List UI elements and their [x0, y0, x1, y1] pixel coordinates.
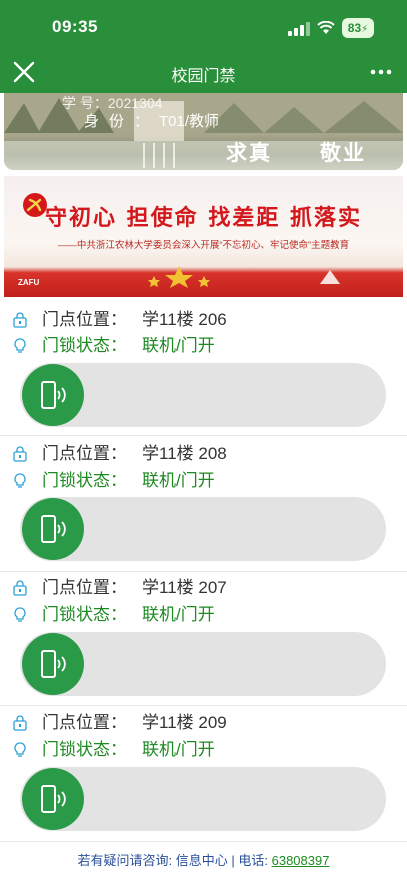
motto-right: 敬业: [320, 140, 366, 165]
lightbulb-icon: [14, 473, 26, 488]
door-lock-icon: [13, 446, 27, 462]
signal-icon: [288, 22, 310, 36]
door-position-label: 门点位置：: [42, 713, 127, 732]
nav-bar: 校园门禁: [0, 52, 407, 93]
status-bar: 09:35 83⚡: [0, 0, 407, 52]
user-info-card: 学 号：2021304 身份：T01/教师 求真 敬业: [4, 93, 403, 170]
lock-status-label: 门锁状态：: [42, 740, 127, 759]
door-position-label: 门点位置：: [42, 578, 127, 597]
wifi-icon: [317, 21, 335, 34]
phone-nfc-icon: [41, 785, 66, 813]
unlock-slider[interactable]: [20, 497, 386, 561]
student-id-value: 2021304: [107, 95, 163, 111]
door-card: 门点位置： 学11楼 207 门锁状态： 联机/门开: [0, 574, 407, 706]
door-card: 门点位置： 学11楼 208 门锁状态： 联机/门开: [0, 440, 407, 572]
unlock-slider[interactable]: [20, 767, 386, 831]
stars-decoration-icon: [148, 266, 210, 288]
lock-status-row: 门锁状态： 联机/门开: [12, 469, 392, 493]
role-label: 身份：: [84, 113, 160, 130]
student-id-label: 学 号：: [62, 95, 108, 111]
banner-slogan: 守初心 担使命 找差距 抓落实: [45, 205, 362, 231]
lock-status-row: 门锁状态： 联机/门开: [12, 603, 392, 627]
door-position-value: 学11楼 207: [142, 578, 227, 597]
door-position-row: 门点位置： 学11楼 209: [12, 711, 392, 735]
footer-phone-link[interactable]: 63808397: [272, 853, 330, 868]
role-line: 身份：T01/教师: [84, 110, 219, 131]
lightbulb-icon: [14, 338, 26, 353]
page-title: 校园门禁: [171, 68, 236, 85]
more-options-icon[interactable]: [369, 62, 393, 82]
door-position-row: 门点位置： 学11楼 206: [12, 308, 392, 332]
status-time: 09:35: [52, 17, 98, 36]
unlock-slider-knob[interactable]: [22, 633, 84, 695]
lightbulb-icon: [14, 607, 26, 622]
unlock-slider-knob[interactable]: [22, 364, 84, 426]
motto-left: 求真: [226, 140, 272, 165]
phone-nfc-icon: [41, 381, 66, 409]
lock-status-value: 联机/门开: [142, 471, 215, 490]
lock-status-value: 联机/门开: [142, 605, 215, 624]
battery-indicator: 83⚡: [342, 18, 374, 38]
phone-nfc-icon: [41, 650, 66, 678]
door-position-label: 门点位置：: [42, 444, 127, 463]
door-position-row: 门点位置： 学11楼 208: [12, 442, 392, 466]
banner-logo-text: ZAFU: [18, 278, 40, 287]
door-position-row: 门点位置： 学11楼 207: [12, 576, 392, 600]
lightbulb-icon: [14, 742, 26, 757]
campaign-banner: 守初心 担使命 找差距 抓落实 ——中共浙江农林大学委员会深入开展“不忘初心、牢…: [4, 176, 403, 297]
footer-text: 若有疑问请咨询: 信息中心 | 电话:: [77, 853, 272, 868]
door-position-value: 学11楼 206: [142, 310, 227, 329]
door-card: 门点位置： 学11楼 209 门锁状态： 联机/门开: [0, 710, 407, 842]
unlock-slider[interactable]: [20, 363, 386, 427]
door-lock-icon: [13, 715, 27, 731]
unlock-slider-knob[interactable]: [22, 768, 84, 830]
door-card: 门点位置： 学11楼 206 门锁状态： 联机/门开: [0, 304, 407, 436]
door-position-value: 学11楼 209: [142, 713, 227, 732]
lock-status-label: 门锁状态：: [42, 605, 127, 624]
banner-subtitle: ——中共浙江农林大学委员会深入开展“不忘初心、牢记使命”主题教育: [57, 240, 350, 251]
unlock-slider[interactable]: [20, 632, 386, 696]
lock-status-row: 门锁状态： 联机/门开: [12, 334, 392, 358]
lock-status-label: 门锁状态：: [42, 471, 127, 490]
phone-nfc-icon: [41, 515, 66, 543]
lock-status-value: 联机/门开: [142, 336, 215, 355]
door-lock-icon: [13, 580, 27, 596]
lock-status-value: 联机/门开: [142, 740, 215, 759]
door-lock-icon: [13, 312, 27, 328]
contact-footer: 若有疑问请咨询: 信息中心 | 电话: 63808397: [0, 843, 407, 883]
lock-status-label: 门锁状态：: [42, 336, 127, 355]
unlock-slider-knob[interactable]: [22, 498, 84, 560]
door-position-label: 门点位置：: [42, 310, 127, 329]
top-bar: 09:35 83⚡ 校园门禁: [0, 0, 407, 93]
door-position-value: 学11楼 208: [142, 444, 227, 463]
battery-level: 83: [347, 21, 362, 35]
university-seal-icon: [320, 270, 340, 284]
lock-status-row: 门锁状态： 联机/门开: [12, 738, 392, 762]
role-value: T01/教师: [159, 113, 220, 130]
